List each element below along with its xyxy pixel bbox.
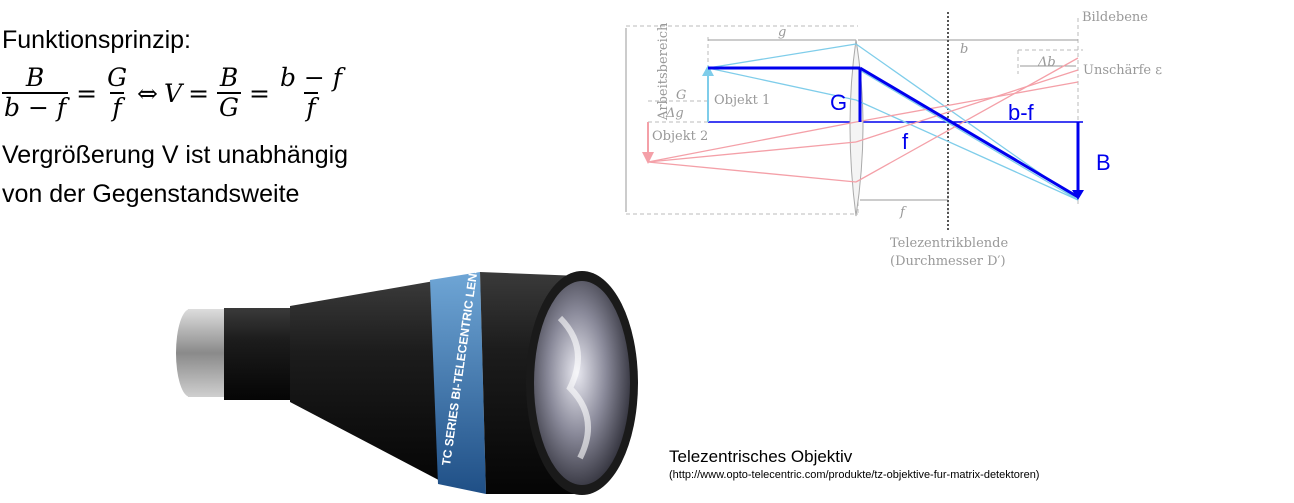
fraction-g-over-f: G f: [105, 64, 129, 122]
telecentric-ray-diagram: Bildebene g b Δb Unschärfe ε Arbeitsbere…: [625, 10, 1162, 269]
numerator: B: [219, 63, 239, 92]
denominator: G: [217, 92, 241, 122]
equals-sign: =: [188, 78, 210, 108]
label-b: b: [960, 42, 968, 57]
label-bf-big: b-f: [1008, 100, 1035, 125]
variable-v: V: [164, 78, 183, 108]
formula: B b − f = G f ⇔ V = B G = b − f f: [0, 58, 346, 128]
denominator: b − f: [2, 92, 69, 122]
numerator: G: [107, 63, 128, 92]
label-unschaerfe: Unschärfe ε: [1083, 63, 1162, 78]
telecentric-lens-photo: TC SERIES BI-TELECENTRIC LENSES: [150, 258, 690, 503]
label-objekt2: Objekt 2: [652, 129, 708, 144]
label-f-small: f: [899, 205, 907, 220]
fraction-b-over-g: B G: [217, 64, 241, 122]
label-delta-b: Δb: [1037, 55, 1056, 70]
label-G-big: G: [830, 90, 847, 115]
numerator: B: [25, 63, 45, 92]
description-line-2: von der Gegenstandsweite: [2, 180, 300, 208]
numerator: b − f: [279, 63, 343, 92]
description-line-1: Vergrößerung V ist unabhängig: [2, 141, 349, 169]
label-G-small: G: [676, 88, 686, 103]
label-delta-g: Δg: [665, 106, 684, 121]
lens-tube: [224, 308, 294, 400]
denominator: f: [304, 92, 318, 122]
fraction-b-minus-f-over-f: b − f f: [278, 64, 344, 122]
label-bildebene: Bildebene: [1082, 10, 1148, 25]
label-blende-line2: (Durchmesser D′): [890, 254, 1006, 269]
heading: Funktionsprinzip:: [2, 26, 191, 54]
photo-source: (http://www.opto-telecentric.com/produkt…: [669, 469, 1040, 481]
label-f-big: f: [902, 129, 909, 154]
photo-caption: Telezentrisches Objektiv: [669, 447, 853, 466]
fraction-b-over-b-minus-f: B b − f: [2, 63, 69, 122]
equals-sign: =: [76, 78, 98, 108]
denominator: f: [110, 92, 124, 122]
label-blende-line1: Telezentrikblende: [890, 236, 1008, 251]
label-g: g: [778, 25, 786, 40]
lens: [849, 39, 864, 217]
label-B-big: B: [1096, 150, 1111, 175]
equivalence-sign: ⇔: [137, 78, 158, 108]
equals-sign: =: [249, 78, 270, 108]
label-objekt1: Objekt 1: [714, 93, 770, 108]
